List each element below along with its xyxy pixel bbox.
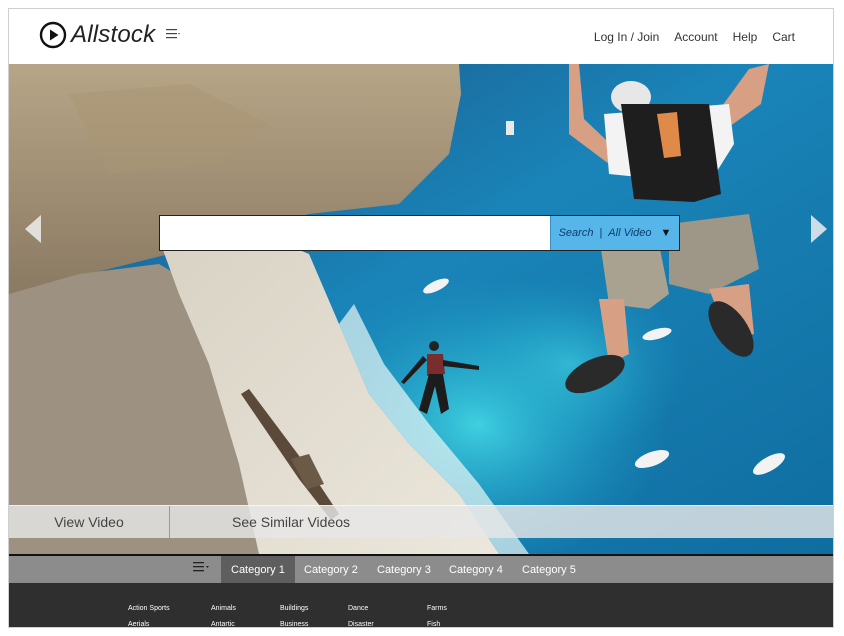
hero-action-bar: View Video See Similar Videos bbox=[9, 505, 833, 538]
site-header: Allstock Log In / Join Account Help Cart bbox=[9, 9, 833, 64]
category-bar: Category 1 Category 2 Category 3 Categor… bbox=[9, 554, 833, 583]
subcategory-panel: Action Sports Aerials Animals Antartic B… bbox=[9, 583, 833, 627]
main-menu-button[interactable] bbox=[166, 29, 180, 39]
search-separator: | bbox=[599, 227, 603, 239]
subcategory-column-3: Buildings Business bbox=[280, 601, 308, 627]
subcategory-link[interactable]: Animals bbox=[211, 601, 236, 617]
dropdown-triangle-icon: ▼ bbox=[660, 227, 672, 239]
subcategory-link[interactable]: Aerials bbox=[128, 617, 170, 627]
category-menu-button[interactable] bbox=[193, 562, 209, 572]
nav-help[interactable]: Help bbox=[733, 30, 758, 44]
hero-image bbox=[9, 64, 833, 554]
category-tab-3[interactable]: Category 3 bbox=[367, 556, 441, 583]
category-tab-4[interactable]: Category 4 bbox=[439, 556, 513, 583]
nav-login-join[interactable]: Log In / Join bbox=[594, 30, 659, 44]
play-circle-icon bbox=[39, 21, 67, 49]
search-input[interactable] bbox=[160, 216, 550, 250]
subcategory-link[interactable]: Buildings bbox=[280, 601, 308, 617]
logo-text: Allstock bbox=[71, 21, 156, 48]
category-tab-2[interactable]: Category 2 bbox=[294, 556, 368, 583]
hero-banner: Search | All Video ▼ View Video See Simi… bbox=[9, 64, 833, 554]
subcategory-link[interactable]: Fish bbox=[427, 617, 447, 627]
page-frame: Allstock Log In / Join Account Help Cart bbox=[8, 8, 834, 628]
top-nav: Log In / Join Account Help Cart bbox=[579, 30, 795, 44]
search-scope-label: All Video bbox=[608, 227, 652, 239]
next-slide-arrow[interactable] bbox=[809, 215, 827, 243]
category-tab-5[interactable]: Category 5 bbox=[512, 556, 586, 583]
search-scope-button[interactable]: Search | All Video ▼ bbox=[550, 216, 679, 250]
subcategory-link[interactable]: Antartic bbox=[211, 617, 236, 627]
prev-slide-arrow[interactable] bbox=[25, 215, 43, 243]
subcategory-column-4: Dance Disaster bbox=[348, 601, 374, 627]
subcategory-link[interactable]: Business bbox=[280, 617, 308, 627]
view-video-button[interactable]: View Video bbox=[9, 506, 170, 538]
search-bar: Search | All Video ▼ bbox=[159, 215, 680, 251]
subcategory-column-2: Animals Antartic bbox=[211, 601, 236, 627]
see-similar-videos-button[interactable]: See Similar Videos bbox=[170, 506, 350, 538]
nav-cart[interactable]: Cart bbox=[772, 30, 795, 44]
search-button-label: Search bbox=[558, 227, 594, 239]
category-tab-1[interactable]: Category 1 bbox=[221, 556, 295, 583]
subcategory-column-1: Action Sports Aerials bbox=[128, 601, 170, 627]
hamburger-menu-icon bbox=[193, 562, 209, 572]
site-logo[interactable]: Allstock bbox=[39, 21, 155, 49]
nav-account[interactable]: Account bbox=[674, 30, 717, 44]
subcategory-link[interactable]: Farms bbox=[427, 601, 447, 617]
hamburger-menu-icon bbox=[166, 29, 180, 39]
subcategory-link[interactable]: Disaster bbox=[348, 617, 374, 627]
subcategory-column-5: Farms Fish bbox=[427, 601, 447, 627]
subcategory-link[interactable]: Action Sports bbox=[128, 601, 170, 617]
subcategory-link[interactable]: Dance bbox=[348, 601, 374, 617]
